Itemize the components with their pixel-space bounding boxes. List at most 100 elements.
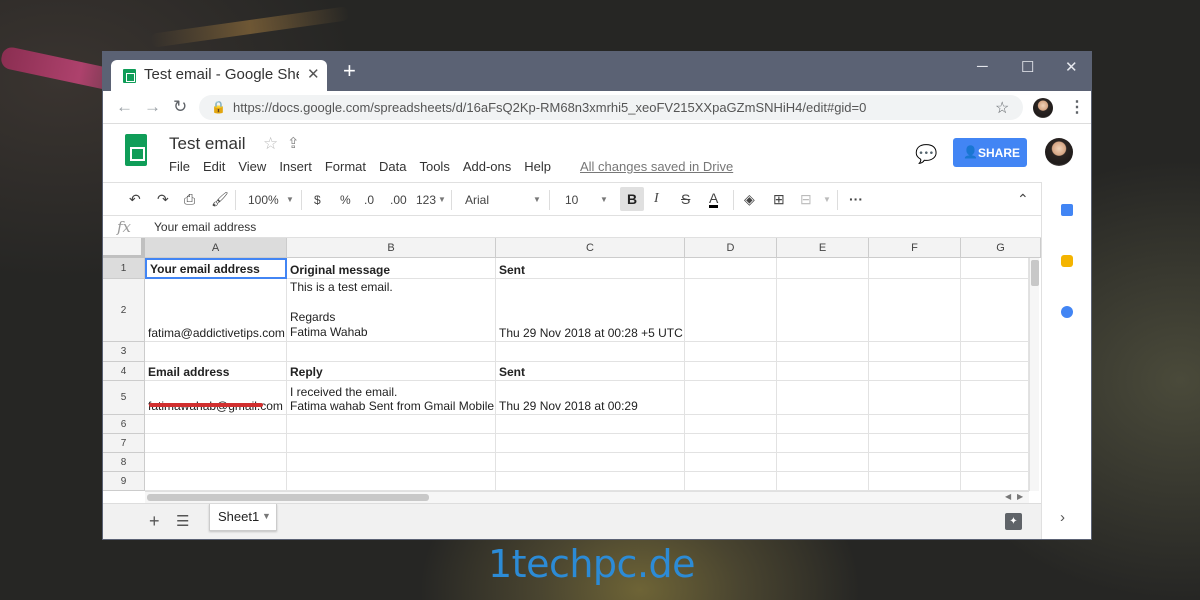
borders-icon[interactable]: ⊞ <box>773 191 785 208</box>
menu-add-ons[interactable]: Add-ons <box>463 159 511 174</box>
formats-dropdown-icon[interactable]: ▼ <box>438 195 446 204</box>
menu-file[interactable]: File <box>169 159 190 174</box>
cell-b1[interactable]: Original message <box>287 258 496 279</box>
grid-cell[interactable] <box>777 453 869 472</box>
menu-edit[interactable]: Edit <box>203 159 225 174</box>
grid-cell[interactable] <box>777 362 869 381</box>
grid-cell[interactable] <box>287 472 496 491</box>
account-avatar[interactable] <box>1045 138 1073 166</box>
grid-cell[interactable] <box>869 472 961 491</box>
column-header-g[interactable]: G <box>961 238 1041 258</box>
strikethrough-button[interactable]: S <box>681 191 690 207</box>
profile-avatar[interactable] <box>1033 98 1053 118</box>
grid-cell[interactable] <box>685 434 777 453</box>
grid-cell[interactable] <box>777 342 869 362</box>
grid-cell[interactable] <box>777 279 869 342</box>
grid-cell[interactable] <box>961 362 1029 381</box>
zoom-select[interactable]: 100% <box>248 193 279 207</box>
grid-cell[interactable] <box>961 434 1029 453</box>
grid-cell[interactable] <box>145 453 287 472</box>
minimize-icon[interactable]: ─ <box>977 58 988 75</box>
save-status[interactable]: All changes saved in Drive <box>580 159 733 174</box>
new-tab-button[interactable]: + <box>343 60 356 82</box>
select-all-corner[interactable] <box>103 238 145 258</box>
horizontal-scrollbar[interactable]: ◀ ▶ <box>145 491 1029 503</box>
cell-a3[interactable] <box>145 342 287 362</box>
increase-decimal-button[interactable]: .00 <box>390 193 407 207</box>
move-to-drive-icon[interactable]: ⇪ <box>287 134 300 152</box>
doc-title[interactable]: Test email <box>169 134 246 154</box>
grid-cell[interactable] <box>777 472 869 491</box>
merge-cells-icon[interactable]: ⊟ <box>800 191 812 208</box>
grid-cell[interactable] <box>287 434 496 453</box>
row-header-4[interactable]: 4 <box>103 362 145 381</box>
decrease-decimal-button[interactable]: .0 <box>364 193 374 207</box>
forward-icon[interactable]: → <box>144 97 161 117</box>
menu-insert[interactable]: Insert <box>279 159 312 174</box>
grid-cell[interactable] <box>869 258 961 279</box>
more-formats-button[interactable]: 123 <box>416 193 436 207</box>
grid-cell[interactable] <box>777 258 869 279</box>
column-header-c[interactable]: C <box>496 238 685 258</box>
grid-cell[interactable] <box>869 415 961 434</box>
merge-dropdown-icon[interactable]: ▼ <box>823 195 831 204</box>
column-header-d[interactable]: D <box>685 238 777 258</box>
grid-cell[interactable] <box>685 472 777 491</box>
cell-c4[interactable]: Sent <box>496 362 685 381</box>
grid-cell[interactable] <box>961 415 1029 434</box>
cell-c5[interactable]: Thu 29 Nov 2018 at 00:29 <box>496 381 685 415</box>
cell-c2[interactable]: Thu 29 Nov 2018 at 00:28 +5 UTC <box>496 279 685 342</box>
tab-close-icon[interactable]: ✕ <box>307 65 320 83</box>
row-header-5[interactable]: 5 <box>103 381 145 415</box>
cell-b3[interactable] <box>287 342 496 362</box>
reload-icon[interactable]: ↻ <box>173 97 187 117</box>
grid-cell[interactable] <box>145 472 287 491</box>
grid-cell[interactable] <box>777 434 869 453</box>
tasks-icon[interactable] <box>1061 306 1073 318</box>
horizontal-scroll-thumb[interactable] <box>147 494 429 501</box>
scroll-left-icon[interactable]: ◀ <box>1005 492 1011 501</box>
sheet-tab-sheet1[interactable]: Sheet1 ▼ <box>209 504 277 531</box>
grid-cell[interactable] <box>869 362 961 381</box>
menu-tools[interactable]: Tools <box>419 159 449 174</box>
print-icon[interactable]: ⎙ <box>184 191 195 208</box>
grid-cell[interactable] <box>496 434 685 453</box>
column-header-a[interactable]: A <box>145 238 287 258</box>
row-header-2[interactable]: 2 <box>103 279 145 342</box>
bold-button[interactable]: B <box>620 187 644 211</box>
scroll-right-icon[interactable]: ▶ <box>1017 492 1023 501</box>
cell-b5[interactable]: I received the email. Fatima wahab Sent … <box>287 381 496 415</box>
cell-c1[interactable]: Sent <box>496 258 685 279</box>
add-sheet-button[interactable]: + <box>149 511 160 532</box>
paint-format-icon[interactable]: 🖌 <box>211 191 229 208</box>
grid-cell[interactable] <box>287 415 496 434</box>
maximize-icon[interactable]: ☐ <box>1021 58 1034 76</box>
grid-cell[interactable] <box>685 258 777 279</box>
bookmark-star-icon[interactable]: ☆ <box>995 98 1009 118</box>
zoom-dropdown-icon[interactable]: ▼ <box>286 195 294 204</box>
browser-tab[interactable]: Test email - Google Sheets ✕ <box>111 60 327 91</box>
undo-icon[interactable]: ↶ <box>129 191 141 208</box>
grid-cell[interactable] <box>961 472 1029 491</box>
browser-menu-icon[interactable]: ⋮ <box>1069 97 1085 117</box>
collapse-chevron-icon[interactable]: ⌃ <box>1017 191 1029 208</box>
vertical-scroll-thumb[interactable] <box>1031 260 1039 286</box>
row-header-7[interactable]: 7 <box>103 434 145 453</box>
grid-cell[interactable] <box>869 279 961 342</box>
grid-cell[interactable] <box>869 381 961 415</box>
cell-a1[interactable]: Your email address <box>145 258 287 279</box>
font-size-select[interactable]: 10 <box>565 193 578 207</box>
cell-c3[interactable] <box>496 342 685 362</box>
all-sheets-icon[interactable]: ☰ <box>176 512 189 530</box>
grid-cell[interactable] <box>961 342 1029 362</box>
grid-cell[interactable] <box>287 453 496 472</box>
grid-cell[interactable] <box>777 415 869 434</box>
row-header-3[interactable]: 3 <box>103 342 145 362</box>
redo-icon[interactable]: ↷ <box>157 191 169 208</box>
back-icon[interactable]: ← <box>116 97 133 117</box>
grid-cell[interactable] <box>961 381 1029 415</box>
keep-icon[interactable] <box>1061 255 1073 267</box>
grid-cell[interactable] <box>145 434 287 453</box>
grid-cell[interactable] <box>496 453 685 472</box>
grid-cell[interactable] <box>145 415 287 434</box>
